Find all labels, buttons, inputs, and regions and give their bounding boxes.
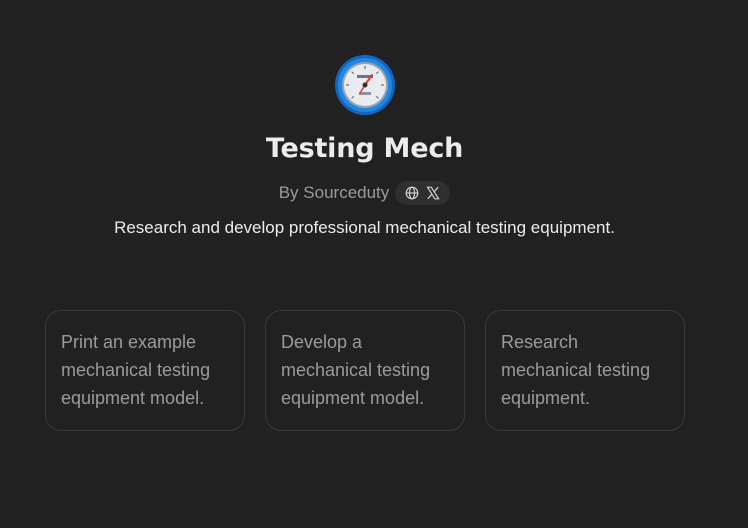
x-logo-icon[interactable] <box>425 185 441 201</box>
pressure-gauge-icon <box>335 55 395 115</box>
starter-card[interactable]: Research mechanical testing equipment. <box>485 310 685 431</box>
author-name: By Sourceduty <box>278 183 390 202</box>
social-links <box>395 181 451 205</box>
byline: By Sourceduty <box>0 181 729 205</box>
globe-icon[interactable] <box>404 185 420 201</box>
gpt-landing: Testing Mech By Sourceduty Research and … <box>0 0 748 528</box>
gpt-description: Research and develop professional mechan… <box>114 218 615 237</box>
starter-card[interactable]: Print an example mechanical testing equi… <box>45 310 245 431</box>
gpt-title: Testing Mech <box>265 133 464 164</box>
conversation-starters: Print an example mechanical testing equi… <box>45 310 685 431</box>
starter-card[interactable]: Develop a mechanical testing equipment m… <box>265 310 465 431</box>
